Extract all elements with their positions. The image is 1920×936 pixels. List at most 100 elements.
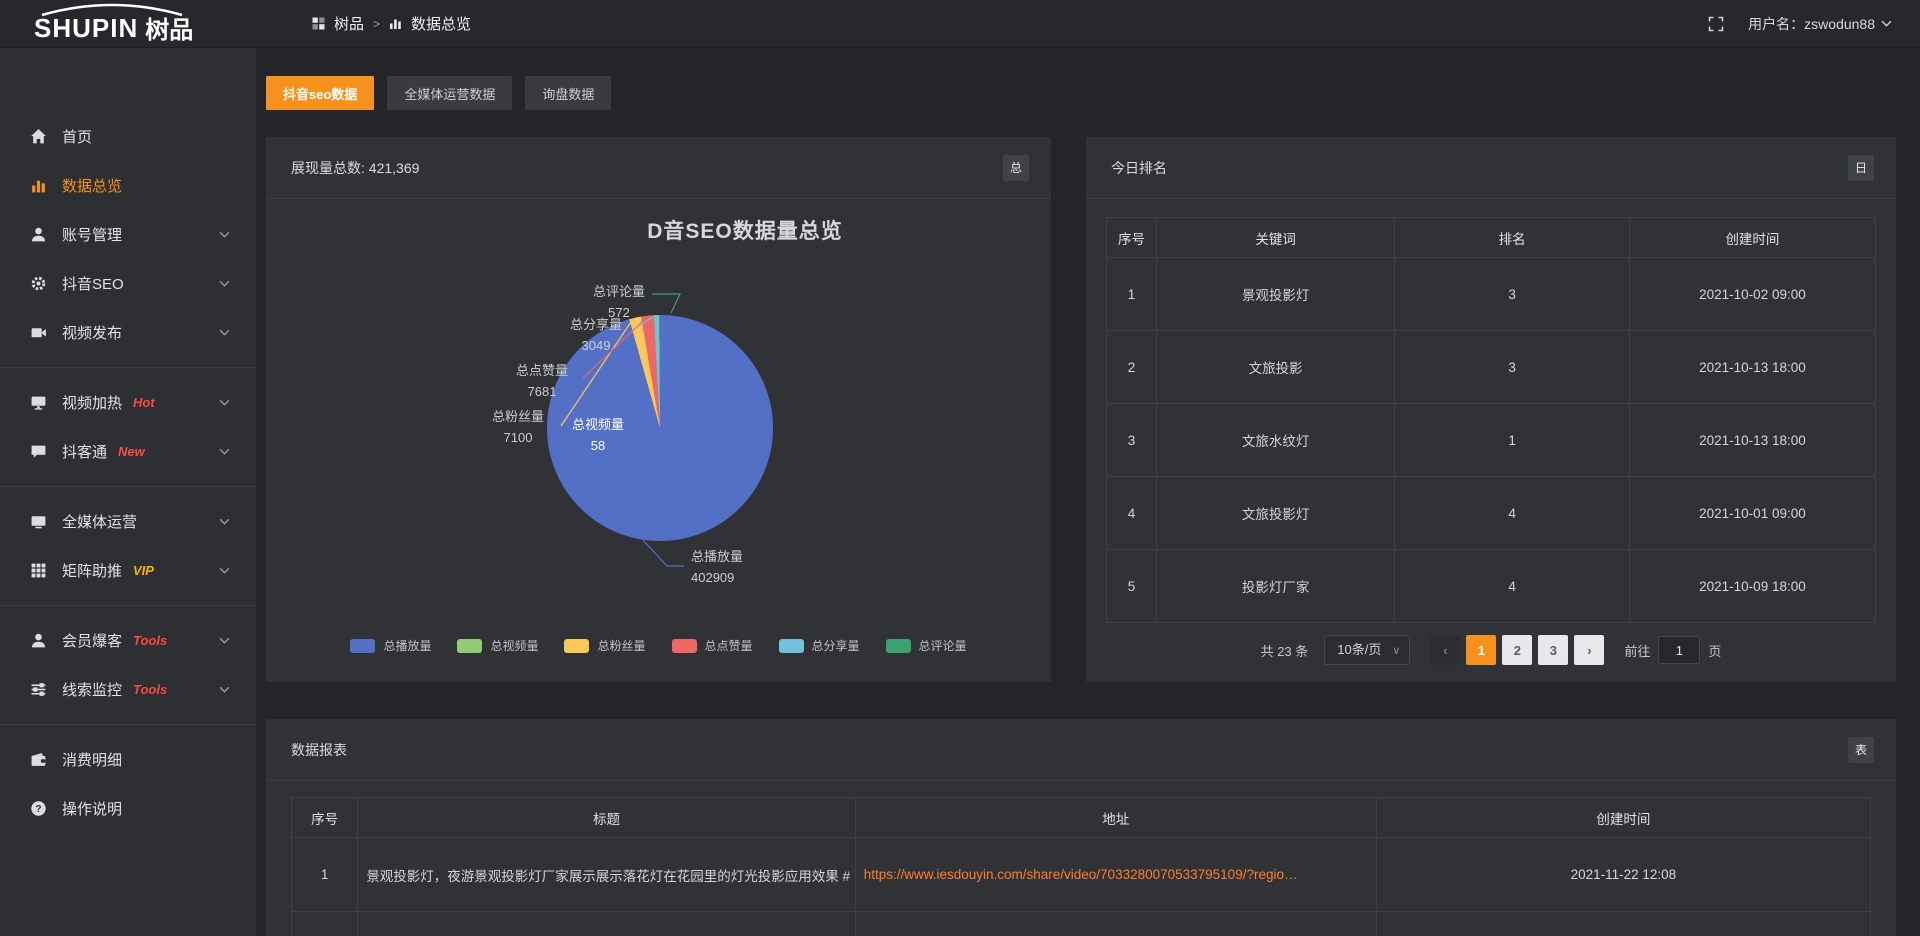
legend-item-总点赞量[interactable]: 总点赞量 <box>672 637 753 654</box>
table-cell <box>855 912 1376 936</box>
sidebar-item-抖客通[interactable]: 抖客通New <box>0 427 256 476</box>
day-toggle-button[interactable]: 日 <box>1848 155 1874 181</box>
sidebar-item-数据总览[interactable]: 数据总览 <box>0 161 256 210</box>
column-header-标题: 标题 <box>358 798 855 838</box>
sidebar-item-操作说明[interactable]: ?操作说明 <box>0 784 256 833</box>
chevron-down-icon <box>219 231 230 238</box>
chevron-down-icon <box>219 686 230 693</box>
gear-icon <box>30 275 47 292</box>
sidebar-badge: Tools <box>133 633 167 648</box>
page-button-1[interactable]: 1 <box>1466 635 1496 665</box>
top-header: SHUPIN 树品 树品 > 数据总览 用户名：zswodun88 <box>0 0 1920 48</box>
tab-询盘数据[interactable]: 询盘数据 <box>525 76 611 110</box>
app-logo[interactable]: SHUPIN 树品 <box>0 0 256 48</box>
pie-slice-label: 总点赞量7681 <box>516 360 568 402</box>
legend-label: 总分享量 <box>812 637 860 654</box>
table-cell: 5 <box>1107 550 1157 623</box>
sidebar-divider <box>0 605 256 606</box>
table-cell: 1 <box>1107 258 1157 331</box>
page-button-3[interactable]: 3 <box>1538 635 1568 665</box>
sidebar-item-label: 数据总览 <box>62 175 122 196</box>
sidebar-item-label: 操作说明 <box>62 798 122 819</box>
username-label: 用户名：zswodun88 <box>1748 14 1875 34</box>
chevron-down-icon <box>219 329 230 336</box>
sidebar-item-视频加热[interactable]: 视频加热Hot <box>0 378 256 427</box>
table-cell: 文旅投影 <box>1156 331 1394 404</box>
sidebar-item-首页[interactable]: 首页 <box>0 112 256 161</box>
table-row: 1景观投影灯，夜游景观投影灯厂家展示展示落花灯在花园里的灯光投影应用效果 #ht… <box>292 838 1871 912</box>
legend-item-总分享量[interactable]: 总分享量 <box>779 637 860 654</box>
data-report-card: 数据报表 表 序号标题地址创建时间1景观投影灯，夜游景观投影灯厂家展示展示落花灯… <box>266 719 1896 936</box>
column-header-序号: 序号 <box>1107 218 1157 258</box>
grid-icon <box>30 562 47 579</box>
sidebar-badge: Hot <box>133 395 155 410</box>
sidebar-item-会员爆客[interactable]: 会员爆客Tools <box>0 616 256 665</box>
sidebar-item-label: 全媒体运营 <box>62 511 137 532</box>
table-cell: 1 <box>1395 404 1630 477</box>
main-content: 抖音seo数据全媒体运营数据询盘数据 展现量总数: 421,369 总 D音SE… <box>256 0 1920 936</box>
pie-slice-label: 总播放量402909 <box>691 546 743 588</box>
fullscreen-icon[interactable] <box>1708 16 1724 32</box>
bar-chart-icon <box>30 177 47 194</box>
pie-chart: D音SEO数据量总览 总播放量402909总视频量58总粉丝量7100总点赞量7… <box>266 199 1051 682</box>
table-row <box>292 912 1871 936</box>
legend-swatch <box>350 639 375 653</box>
table-cell: 投影灯厂家 <box>1156 550 1394 623</box>
next-page-button[interactable]: › <box>1574 635 1604 665</box>
chevron-down-icon <box>219 280 230 287</box>
goto-page-input[interactable] <box>1658 636 1700 664</box>
legend-item-总评论量[interactable]: 总评论量 <box>886 637 967 654</box>
video-url-cell: https://www.iesdouyin.com/share/video/70… <box>855 838 1376 912</box>
table-cell: 文旅投影灯 <box>1156 477 1394 550</box>
table-cell: 3 <box>1395 258 1630 331</box>
monitor-icon <box>30 513 47 530</box>
page-button-2[interactable]: 2 <box>1502 635 1532 665</box>
legend-swatch <box>564 639 589 653</box>
video-link[interactable]: https://www.iesdouyin.com/share/video/70… <box>864 867 1298 882</box>
pie-slice-label: 总粉丝量7100 <box>492 406 544 448</box>
sidebar-badge: VIP <box>133 563 154 578</box>
data-tabs: 抖音seo数据全媒体运营数据询盘数据 <box>266 76 1896 110</box>
sidebar-item-label: 消费明细 <box>62 749 122 770</box>
sidebar-badge: New <box>118 444 145 459</box>
legend-item-总粉丝量[interactable]: 总粉丝量 <box>564 637 645 654</box>
legend-label: 总播放量 <box>383 637 431 654</box>
pie-slice-label: 总视频量58 <box>572 414 624 456</box>
table-row: 4文旅投影灯42021-10-01 09:00 <box>1107 477 1876 550</box>
chevron-down-icon <box>219 637 230 644</box>
sidebar-item-账号管理[interactable]: 账号管理 <box>0 210 256 259</box>
breadcrumb-current-icon <box>389 17 402 30</box>
sidebar-item-消费明细[interactable]: 消费明细 <box>0 735 256 784</box>
seo-chart-card: 展现量总数: 421,369 总 D音SEO数据量总览 总播放量402909总视… <box>266 137 1051 682</box>
ranking-table-wrap: 序号关键词排名创建时间1景观投影灯32021-10-02 09:002文旅投影3… <box>1086 199 1896 682</box>
legend-item-总播放量[interactable]: 总播放量 <box>350 637 431 654</box>
page-size-select[interactable]: 10条/页 ∨ <box>1324 635 1410 665</box>
sidebar-item-label: 抖音SEO <box>62 273 124 294</box>
user-menu[interactable]: 用户名：zswodun88 <box>1748 14 1892 34</box>
ranking-card-title: 今日排名 <box>1111 158 1167 178</box>
breadcrumb-separator: > <box>373 17 380 31</box>
sidebar-item-线索监控[interactable]: 线索监控Tools <box>0 665 256 714</box>
table-toggle-button[interactable]: 表 <box>1848 737 1874 763</box>
tab-全媒体运营数据[interactable]: 全媒体运营数据 <box>387 76 512 110</box>
prev-page-button[interactable]: ‹ <box>1430 635 1460 665</box>
total-toggle-button[interactable]: 总 <box>1003 155 1029 181</box>
sidebar-item-矩阵助推[interactable]: 矩阵助推VIP <box>0 546 256 595</box>
sidebar-item-视频发布[interactable]: 视频发布 <box>0 308 256 357</box>
sidebar-item-抖音SEO[interactable]: 抖音SEO <box>0 259 256 308</box>
video-title-cell: 景观投影灯，夜游景观投影灯厂家展示展示落花灯在花园里的灯光投影应用效果 # <box>358 838 855 912</box>
sliders-icon <box>30 681 47 698</box>
breadcrumb-home[interactable]: 树品 <box>334 13 364 34</box>
wallet-icon <box>30 751 47 768</box>
chevron-down-icon: ∨ <box>1392 637 1400 665</box>
report-card-header: 数据报表 表 <box>266 719 1896 781</box>
tab-抖音seo数据[interactable]: 抖音seo数据 <box>266 76 374 110</box>
table-cell <box>292 912 358 936</box>
breadcrumb-current: 数据总览 <box>411 13 471 34</box>
table-header-row: 序号标题地址创建时间 <box>292 798 1871 838</box>
sidebar-item-全媒体运营[interactable]: 全媒体运营 <box>0 497 256 546</box>
breadcrumb-home-icon <box>312 17 325 30</box>
table-row: 1景观投影灯32021-10-02 09:00 <box>1107 258 1876 331</box>
legend-item-总视频量[interactable]: 总视频量 <box>457 637 538 654</box>
goto-suffix: 页 <box>1708 641 1721 660</box>
